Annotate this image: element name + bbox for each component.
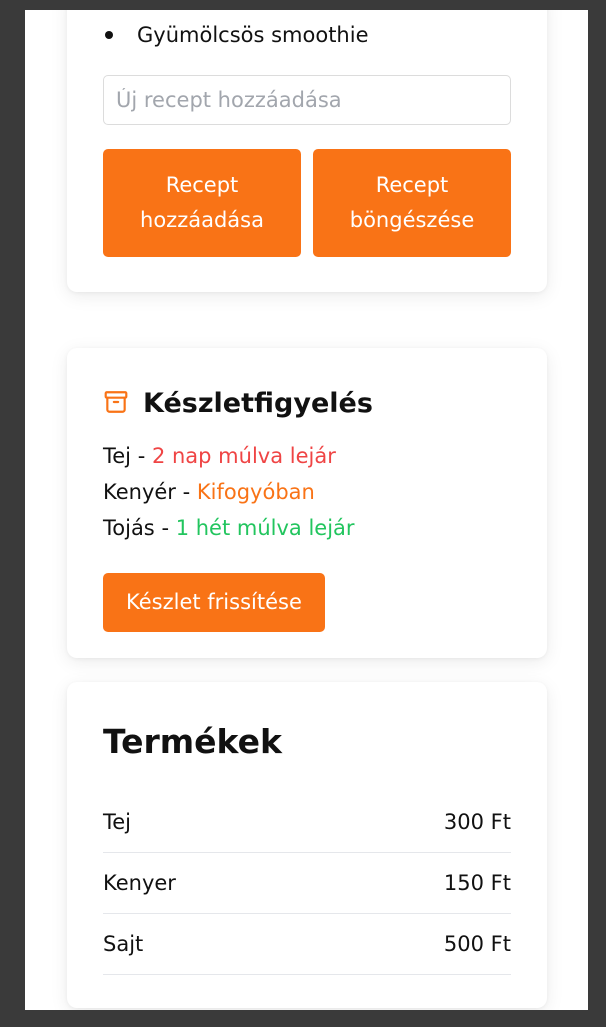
product-price: 300 Ft [443,810,511,834]
inventory-list: Tej - 2 nap múlva lejár Kenyér - Kifogyó… [103,438,511,546]
product-price: 150 Ft [443,871,511,895]
recipe-name: Gyümölcsös smoothie [137,23,369,47]
product-price: 500 Ft [443,932,511,956]
recipe-list: Gyümölcsös smoothie [103,18,511,52]
product-name: Kenyer [103,871,176,895]
app-viewport: Gyümölcsös smoothie Recept hozzáadása Re… [25,10,588,1010]
inventory-item-name: Kenyér [103,480,176,504]
inventory-status: Kifogyóban [196,480,315,504]
inventory-header: Készletfigyelés [103,388,373,419]
inventory-separator: - [154,516,176,540]
inventory-item: Kenyér - Kifogyóban [103,474,511,510]
product-name: Sajt [103,932,144,956]
product-name: Tej [103,810,132,834]
bullet-icon [105,31,113,39]
archive-box-icon [103,389,129,419]
inventory-item-name: Tej [103,444,132,468]
inventory-title: Készletfigyelés [143,388,373,419]
products-table: Tej 300 Ft Kenyer 150 Ft Sajt 500 Ft [103,792,511,975]
inventory-status: 1 hét múlva lejár [175,516,355,540]
inventory-separator: - [131,444,152,468]
table-row: Sajt 500 Ft [103,914,511,975]
browse-recipes-button[interactable]: Recept böngészése [313,149,511,257]
add-recipe-button[interactable]: Recept hozzáadása [103,149,301,257]
recipes-card: Gyümölcsös smoothie Recept hozzáadása Re… [67,10,547,292]
inventory-item-name: Tojás [103,516,155,540]
inventory-separator: - [175,480,197,504]
new-recipe-input[interactable] [103,75,511,125]
recipe-button-row: Recept hozzáadása Recept böngészése [103,149,511,257]
inventory-item: Tej - 2 nap múlva lejár [103,438,511,474]
recipe-list-item: Gyümölcsös smoothie [103,18,511,52]
table-row: Kenyer 150 Ft [103,853,511,914]
inventory-status: 2 nap múlva lejár [151,444,336,468]
update-inventory-button[interactable]: Készlet frissítése [103,573,325,632]
inventory-card: Készletfigyelés Tej - 2 nap múlva lejár … [67,348,547,658]
inventory-item: Tojás - 1 hét múlva lejár [103,510,511,546]
products-card: Termékek Tej 300 Ft Kenyer 150 Ft Sajt 5… [67,682,547,1008]
products-title: Termékek [103,722,282,761]
table-row: Tej 300 Ft [103,792,511,853]
